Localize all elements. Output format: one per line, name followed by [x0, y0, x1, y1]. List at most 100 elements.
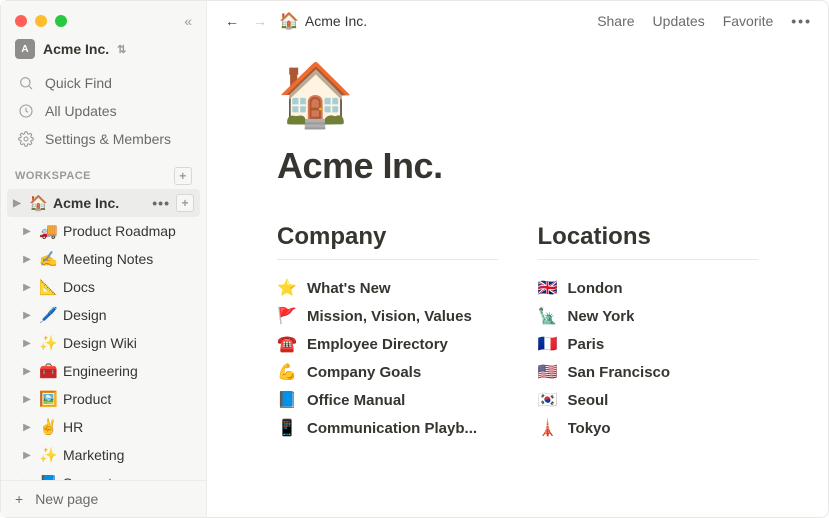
chevron-right-icon[interactable]: ▶: [21, 394, 33, 405]
all-updates[interactable]: All Updates: [7, 97, 200, 125]
sidebar-item-product-roadmap[interactable]: ▶🚚Product Roadmap•••+: [7, 217, 200, 245]
sidebar-item-label: Meeting Notes: [63, 251, 153, 267]
page-link-emoji: 📘: [277, 390, 297, 410]
new-page-label: New page: [35, 491, 98, 507]
page-link-emoji: 📱: [277, 418, 297, 438]
page-link-paris[interactable]: 🇫🇷Paris: [538, 330, 759, 358]
page-link-mission-vision-values[interactable]: 🚩Mission, Vision, Values: [277, 302, 498, 330]
gear-icon: [17, 131, 35, 147]
chevron-right-icon[interactable]: ▶: [21, 450, 33, 461]
column-heading[interactable]: Locations: [538, 223, 759, 260]
quick-find-label: Quick Find: [45, 75, 112, 91]
column-heading[interactable]: Company: [277, 223, 498, 260]
sidebar-item-design-wiki[interactable]: ▶✨Design Wiki•••+: [7, 329, 200, 357]
sidebar-item-label: Engineering: [63, 363, 138, 379]
chevron-right-icon[interactable]: ▶: [21, 366, 33, 377]
page-link-employee-directory[interactable]: ☎️ Employee Directory: [277, 330, 498, 358]
page-link-seoul[interactable]: 🇰🇷Seoul: [538, 386, 759, 414]
sidebar-item-design[interactable]: ▶🖊️Design•••+: [7, 301, 200, 329]
sidebar-item-label: HR: [63, 419, 83, 435]
page-link-emoji: 🇬🇧: [538, 278, 558, 298]
page-link-emoji: ☎️: [277, 334, 297, 354]
chevron-right-icon[interactable]: ▶: [21, 282, 33, 293]
page-link-emoji: 💪: [277, 362, 297, 382]
page-link-emoji: ⭐: [277, 278, 297, 298]
workspace-badge: A: [15, 39, 35, 59]
breadcrumb-icon: 🏠: [279, 11, 299, 31]
sidebar-item-label: Design Wiki: [63, 335, 137, 351]
breadcrumb-label: Acme Inc.: [305, 13, 367, 29]
page-link-label: London: [568, 280, 623, 297]
page-link-label: Company Goals: [307, 364, 421, 381]
page-emoji: ✍️: [39, 250, 57, 268]
page-link-new-york[interactable]: 🗽New York: [538, 302, 759, 330]
chevron-right-icon[interactable]: ▶: [21, 254, 33, 265]
maximize-window[interactable]: [55, 15, 67, 27]
page-emoji: 📐: [39, 278, 57, 296]
page-actions-icon[interactable]: •••: [150, 195, 172, 211]
sidebar-item-product[interactable]: ▶🖼️Product•••+: [7, 385, 200, 413]
chevron-right-icon[interactable]: ▶: [11, 198, 23, 209]
plus-icon: +: [15, 491, 23, 507]
page-link-office-manual[interactable]: 📘Office Manual: [277, 386, 498, 414]
nav-forward-button[interactable]: →: [251, 11, 269, 31]
page-link-company-goals[interactable]: 💪 Company Goals: [277, 358, 498, 386]
share-button[interactable]: Share: [597, 13, 634, 29]
sidebar-item-label: Docs: [63, 279, 95, 295]
page-link-label: Paris: [568, 336, 605, 353]
page-link-what-s-new[interactable]: ⭐What's New: [277, 274, 498, 302]
page-link-emoji: 🗼: [538, 418, 558, 438]
sidebar-item-docs[interactable]: ▶📐Docs•••+: [7, 273, 200, 301]
page-title[interactable]: Acme Inc.: [277, 145, 758, 187]
workspace-switcher[interactable]: A Acme Inc. ⇅: [1, 35, 206, 69]
add-workspace-page-button[interactable]: +: [174, 167, 192, 185]
close-window[interactable]: [15, 15, 27, 27]
page-link-label: New York: [568, 308, 635, 325]
updates-button[interactable]: Updates: [653, 13, 705, 29]
favorite-button[interactable]: Favorite: [723, 13, 774, 29]
sidebar-item-label: Product: [63, 391, 111, 407]
sidebar-item-support[interactable]: ▶📘Support•••+: [7, 469, 200, 480]
new-page-button[interactable]: + New page: [1, 480, 206, 517]
settings-members[interactable]: Settings & Members: [7, 125, 200, 153]
all-updates-label: All Updates: [45, 103, 117, 119]
sidebar-item-engineering[interactable]: ▶🧰Engineering•••+: [7, 357, 200, 385]
page-link-london[interactable]: 🇬🇧 London: [538, 274, 759, 302]
nav-back-button[interactable]: ←: [223, 11, 241, 31]
collapse-sidebar-icon[interactable]: «: [184, 13, 192, 29]
sidebar-item-acme-inc-[interactable]: ▶ 🏠 Acme Inc. •••+: [7, 189, 200, 217]
page-link-emoji: 🇺🇸: [538, 362, 558, 382]
page-link-label: Employee Directory: [307, 336, 448, 353]
page-link-communication-playb-[interactable]: 📱 Communication Playb...: [277, 414, 498, 442]
page-link-san-francisco[interactable]: 🇺🇸 San Francisco: [538, 358, 759, 386]
page-emoji: ✨: [39, 446, 57, 464]
add-subpage-button[interactable]: +: [176, 194, 194, 212]
sidebar-item-label: Acme Inc.: [53, 195, 119, 211]
sidebar-item-label: Design: [63, 307, 107, 323]
page-emoji: 🖊️: [39, 306, 57, 324]
settings-label: Settings & Members: [45, 131, 171, 147]
page-emoji: 🏠: [29, 194, 47, 212]
page-icon[interactable]: 🏠: [277, 65, 758, 127]
page-link-tokyo[interactable]: 🗼 Tokyo: [538, 414, 759, 442]
page-link-label: San Francisco: [568, 364, 671, 381]
search-icon: [17, 75, 35, 91]
more-menu-icon[interactable]: •••: [791, 13, 812, 29]
page-link-label: Tokyo: [568, 420, 611, 437]
page-link-label: Communication Playb...: [307, 420, 477, 437]
sidebar-item-hr[interactable]: ▶✌️HR•••+: [7, 413, 200, 441]
page-emoji: 🧰: [39, 362, 57, 380]
chevron-right-icon[interactable]: ▶: [21, 310, 33, 321]
sidebar-item-marketing[interactable]: ▶✨Marketing•••+: [7, 441, 200, 469]
page-emoji: 🚚: [39, 222, 57, 240]
chevron-right-icon[interactable]: ▶: [21, 226, 33, 237]
page-link-emoji: 🚩: [277, 306, 297, 326]
breadcrumb[interactable]: 🏠 Acme Inc.: [279, 11, 367, 31]
page-emoji: ✌️: [39, 418, 57, 436]
sidebar-item-meeting-notes[interactable]: ▶✍️Meeting Notes•••+: [7, 245, 200, 273]
quick-find[interactable]: Quick Find: [7, 69, 200, 97]
minimize-window[interactable]: [35, 15, 47, 27]
chevron-right-icon[interactable]: ▶: [21, 422, 33, 433]
sidebar-item-label: Marketing: [63, 447, 124, 463]
chevron-right-icon[interactable]: ▶: [21, 338, 33, 349]
